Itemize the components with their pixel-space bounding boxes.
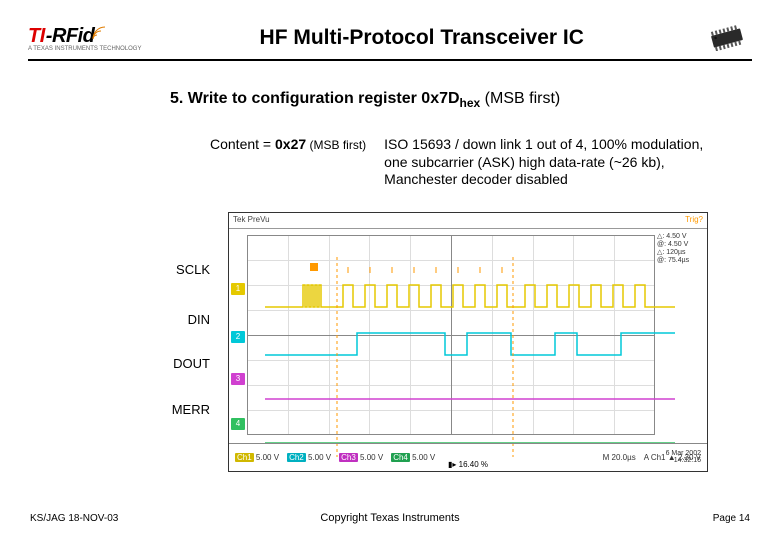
content-row: Content = 0x27 (MSB first) ISO 15693 / d… [210, 136, 720, 189]
scope-time: 14:32:16 [666, 457, 701, 465]
cursor-readout: △: 4.50 V @: 4.50 V △: 120µs @: 75.4µs [657, 233, 705, 265]
slide: TI-RFid A TEXAS INSTRUMENTS TECHNOLOGY H… [0, 0, 780, 540]
ch2-chip: Ch2 [287, 453, 306, 462]
scope-trig: Trig? [685, 215, 703, 226]
ch1-tag: 1 [231, 283, 245, 295]
signal-label-sclk: SCLK [150, 262, 210, 306]
scope-date: 6 Mar 2002 [666, 450, 701, 458]
content-equation: Content = 0x27 (MSB first) [210, 136, 366, 152]
content-eq-value: 0x27 [275, 136, 306, 152]
section-heading: 5. Write to configuration register 0x7Dh… [170, 90, 720, 110]
scope-mode: Tek PreVu [233, 215, 270, 226]
footer-right: Page 14 [713, 513, 750, 524]
ch4-chip: Ch4 [391, 453, 410, 462]
footer-center: Copyright Texas Instruments [320, 512, 459, 524]
ch2-tag: 2 [231, 331, 245, 343]
content-eq-head: Content = [210, 136, 275, 152]
timebase: M 20.0µs [603, 453, 636, 462]
content-description: ISO 15693 / down link 1 out of 4, 100% m… [384, 136, 720, 189]
signal-label-dout: DOUT [150, 356, 210, 371]
signal-label-din: DIN [150, 312, 210, 327]
cursor-dt: △: 120µs [657, 249, 705, 257]
ref-marks [348, 267, 502, 273]
scope-grid [247, 235, 655, 435]
ch4-tag: 4 [231, 418, 245, 430]
ch3-chip: Ch3 [339, 453, 358, 462]
trace-din [265, 333, 675, 355]
section-tail: (MSB first) [480, 90, 560, 107]
section-number: 5. [170, 90, 188, 107]
content-eq-tail: (MSB first) [306, 138, 366, 152]
scope-pos: ▮▸ 16.40 % [448, 460, 488, 469]
ch1-chip: Ch1 [235, 453, 254, 462]
trace-sclk [265, 285, 675, 307]
ch2-scale: 5.00 V [308, 453, 331, 462]
ch3-tag: 3 [231, 373, 245, 385]
traces-svg [265, 257, 675, 457]
ref-cap [310, 263, 318, 271]
footer-left: KS/JAG 18-NOV-03 [30, 513, 118, 524]
scope-timestamp: 6 Mar 2002 14:32:16 [666, 450, 701, 465]
cursor-dv: △: 4.50 V [657, 233, 705, 241]
rfid-arc-icon [92, 26, 106, 45]
cursor-v: @: 4.50 V [657, 241, 705, 249]
ch4-scale: 5.00 V [412, 453, 435, 462]
page-title: HF Multi-Protocol Transceiver IC [141, 26, 702, 50]
oscilloscope-screen: Tek PreVu Trig? 1 2 3 4 [228, 212, 708, 472]
scope-top-bar: Tek PreVu Trig? [229, 213, 707, 229]
scope-figure: SCLK DIN DOUT MERR Tek PreVu Trig? 1 2 3… [150, 212, 720, 474]
signal-label-merr: MERR [150, 402, 210, 417]
logo: TI-RFid A TEXAS INSTRUMENTS TECHNOLOGY [28, 25, 141, 52]
logo-tagline: A TEXAS INSTRUMENTS TECHNOLOGY [28, 46, 141, 52]
chip-icon [702, 23, 752, 53]
ch1-scale: 5.00 V [256, 453, 279, 462]
section-text: Write to configuration register 0x7D [188, 90, 460, 107]
header-bar: TI-RFid A TEXAS INSTRUMENTS TECHNOLOGY H… [28, 18, 752, 58]
ch3-scale: 5.00 V [360, 453, 383, 462]
footer: KS/JAG 18-NOV-03 Copyright Texas Instrum… [30, 513, 750, 524]
section-subscript: hex [460, 96, 481, 110]
logo-ti: TI [28, 25, 45, 47]
cursor-t: @: 75.4µs [657, 257, 705, 265]
header-divider [28, 59, 752, 61]
logo-rfid: -RFid [46, 25, 95, 47]
